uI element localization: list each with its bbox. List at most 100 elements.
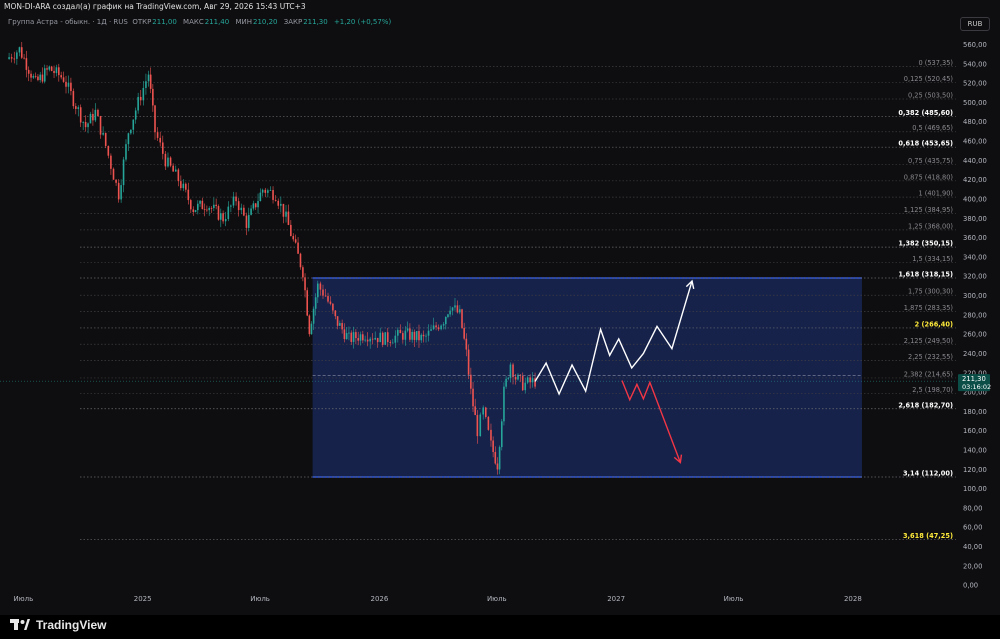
candle-body [112, 168, 115, 180]
candle-body [503, 386, 505, 422]
candle-body [292, 236, 295, 240]
candle-body [507, 377, 510, 379]
candle-body [435, 325, 437, 328]
candle-body [46, 68, 48, 70]
candle-body [55, 67, 58, 74]
candle-body [267, 190, 269, 193]
y-axis-tick-label: 0,00 [963, 582, 978, 590]
candle-body [30, 73, 32, 78]
candle-body [386, 332, 389, 343]
candle-body [222, 213, 224, 222]
candle-body [357, 338, 359, 341]
candle-body [107, 145, 110, 156]
fib-level-label: 0,25 (503,50) [908, 92, 953, 100]
candle-body [472, 388, 474, 407]
candle-body [122, 159, 125, 186]
candle-body [167, 157, 169, 167]
legend-symbol[interactable]: Группа Астра - обыкн. [8, 18, 90, 26]
candle-body [32, 75, 35, 78]
candle-body [87, 123, 89, 128]
candle-body [104, 132, 107, 146]
candle-body [461, 309, 463, 328]
candle-body [482, 407, 484, 415]
candle-body [369, 338, 371, 342]
candle-body [463, 327, 465, 339]
y-axis-tick-label: 80,00 [963, 504, 982, 512]
candle-body [34, 75, 37, 77]
candle-body [97, 109, 99, 117]
candle-body [79, 107, 82, 123]
candle-body [43, 68, 46, 82]
candle-body [310, 323, 313, 335]
range-box[interactable] [312, 277, 862, 478]
fib-level-label: 1,25 (368,00) [908, 222, 953, 230]
candle-body [312, 308, 315, 324]
legend-interval[interactable]: 1Д [97, 18, 107, 26]
candle-body [177, 169, 180, 182]
candle-body [161, 142, 164, 154]
candle-body [345, 333, 348, 340]
candle-body [492, 440, 494, 452]
candle-body [125, 144, 127, 160]
candle-body [18, 47, 21, 53]
candle-body [484, 407, 487, 417]
candle-body [115, 179, 117, 183]
candle-body [422, 334, 425, 337]
candle-body [366, 339, 369, 342]
brand-logo[interactable]: TradingView [10, 616, 106, 634]
candle-body [77, 107, 80, 109]
candle-body [404, 330, 407, 340]
fib-level-label: 1 (401,90) [918, 190, 953, 198]
candle-body [10, 57, 13, 59]
candle-body [420, 334, 423, 341]
y-axis-tick-label: 380,00 [963, 215, 987, 223]
y-axis-tick-label: 460,00 [963, 138, 987, 146]
candle-body [164, 153, 167, 167]
candle-body [72, 91, 75, 107]
candle-body [159, 137, 161, 143]
candle-body [343, 329, 346, 340]
candle-body [75, 106, 77, 109]
candle-body [437, 327, 440, 330]
candle-body [425, 335, 427, 337]
candle-body [350, 332, 353, 342]
candle-body [243, 207, 245, 216]
fib-level-label: 2,382 (214,65) [904, 370, 953, 378]
candle-body [280, 203, 282, 206]
candle-body [13, 58, 16, 60]
candle-body [60, 75, 62, 78]
currency-selector[interactable]: RUB [960, 17, 990, 31]
candle-body [37, 76, 39, 81]
candle-body [430, 329, 432, 331]
candle-body [82, 121, 84, 123]
price-chart[interactable]: 0 (537,35) 0,125 (520,45) 0,25 (503,50) 0,3… [0, 0, 1000, 639]
candle-body [219, 213, 222, 220]
candle-body [156, 132, 159, 138]
candle-body [339, 323, 341, 326]
candle-body [117, 182, 120, 200]
fib-level-label: 2,25 (232,55) [908, 353, 953, 361]
x-axis-tick-label: 2026 [371, 595, 389, 603]
candle-body [194, 210, 197, 212]
y-axis-tick-label: 480,00 [963, 118, 987, 126]
candle-body [332, 303, 334, 311]
legend-high-label: МАКС [183, 18, 204, 26]
fib-level-label: 1,382 (350,15) [898, 240, 953, 248]
candle-body [381, 332, 384, 345]
candle-body [99, 116, 102, 135]
candle-body [189, 200, 192, 210]
y-axis-tick-label: 540,00 [963, 60, 987, 68]
candle-body [41, 74, 44, 82]
candle-body [169, 157, 172, 166]
fib-level-label: 0,125 (520,45) [904, 75, 953, 83]
candle-body [294, 239, 297, 243]
candle-body [84, 121, 87, 128]
candle-body [237, 201, 240, 211]
candle-body [132, 119, 135, 130]
candle-body [432, 325, 435, 330]
candle-body [92, 113, 94, 121]
x-axis-tick-label: 2028 [844, 595, 862, 603]
candle-body [180, 181, 182, 189]
candle-body [306, 290, 309, 316]
candle-body [102, 132, 104, 135]
